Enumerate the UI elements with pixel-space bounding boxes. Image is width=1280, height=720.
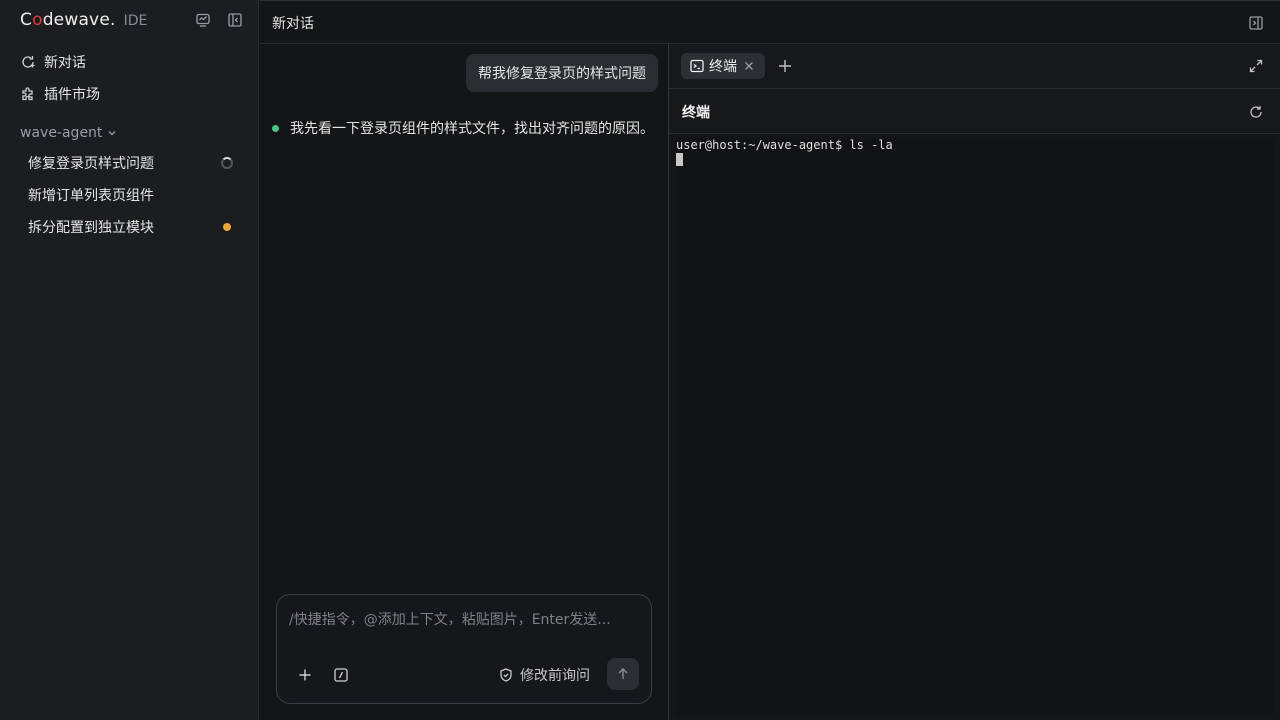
new-chat-label: 新对话 (44, 55, 86, 71)
slash-command-icon[interactable] (333, 667, 349, 683)
collapse-sidebar-icon[interactable] (227, 12, 243, 28)
user-message-text: 帮我修复登录页的样式问题 (478, 66, 646, 82)
approval-mode-label: 修改前询问 (520, 668, 590, 684)
sidebar: Codewave. IDE 新对话 插件市场 wave-agent 修复登录页样… (0, 0, 259, 720)
user-message: 帮我修复登录页的样式问题 (466, 54, 658, 92)
terminal-panel: 终端 终端 user@host:~/wave-agent$ ls -la (668, 44, 1280, 720)
ide-window: Codewave. IDE 新对话 插件市场 wave-agent 修复登录页样… (0, 0, 1280, 720)
plugin-market-button[interactable]: 插件市场 (20, 84, 100, 104)
add-terminal-icon[interactable] (777, 58, 793, 74)
terminal-cursor (676, 153, 683, 166)
workspace-name: wave-agent (20, 125, 103, 141)
brand-name: Codewave. (20, 10, 116, 30)
terminal-line: user@host:~/wave-agent$ ls -la (676, 138, 893, 152)
assistant-status-dot (272, 124, 279, 132)
refresh-icon[interactable] (1248, 104, 1264, 120)
message-input[interactable]: /快捷指令，@添加上下文，粘贴图片，Enter发送... (289, 609, 611, 629)
shield-icon (498, 667, 514, 683)
new-chat-button[interactable]: 新对话 (20, 52, 86, 72)
brand-logo: Codewave. IDE (20, 10, 147, 32)
plugin-market-label: 插件市场 (44, 87, 100, 103)
brand-sub: IDE (123, 13, 148, 29)
message-composer[interactable]: /快捷指令，@添加上下文，粘贴图片，Enter发送... 修改前询问 (276, 594, 652, 704)
conversation-header: 新对话 (260, 0, 1280, 44)
chat-panel: 帮我修复登录页的样式问题 我先看一下登录页组件的样式文件，找出对齐问题的原因。 … (260, 44, 668, 720)
monitor-icon[interactable] (195, 12, 211, 28)
terminal-icon (689, 58, 705, 74)
terminal-output[interactable]: user@host:~/wave-agent$ ls -la (676, 138, 1274, 716)
chevron-down-icon (107, 128, 117, 138)
send-button[interactable] (607, 658, 639, 690)
terminal-title: 终端 (682, 105, 710, 121)
session-item[interactable]: 新增订单列表页组件 (28, 185, 238, 205)
assistant-message: 我先看一下登录页组件的样式文件，找出对齐问题的原因。 (272, 118, 654, 138)
new-chat-icon (20, 54, 36, 70)
session-label: 新增订单列表页组件 (28, 188, 154, 204)
toggle-panel-icon[interactable] (1248, 15, 1264, 31)
tab-terminal-label: 终端 (709, 59, 737, 75)
assistant-message-text: 我先看一下登录页组件的样式文件，找出对齐问题的原因。 (290, 121, 654, 137)
add-attachment-icon[interactable] (297, 667, 313, 683)
terminal-tabbar: 终端 (669, 44, 1280, 89)
puzzle-icon (20, 86, 36, 102)
pending-status-dot (223, 223, 231, 231)
arrow-up-icon (618, 668, 628, 679)
approval-mode-toggle[interactable]: 修改前询问 (498, 665, 590, 685)
tab-terminal[interactable]: 终端 (681, 53, 765, 79)
page-title: 新对话 (272, 16, 314, 32)
expand-icon[interactable] (1248, 58, 1264, 74)
workspace-selector[interactable]: wave-agent (20, 124, 117, 142)
terminal-header: 终端 (669, 89, 1280, 134)
session-label: 修复登录页样式问题 (28, 156, 154, 172)
session-label: 拆分配置到独立模块 (28, 220, 154, 236)
session-item[interactable]: 拆分配置到独立模块 (28, 217, 238, 237)
loading-spinner-icon (221, 157, 233, 169)
close-icon[interactable] (743, 59, 757, 73)
session-item[interactable]: 修复登录页样式问题 (28, 153, 238, 173)
